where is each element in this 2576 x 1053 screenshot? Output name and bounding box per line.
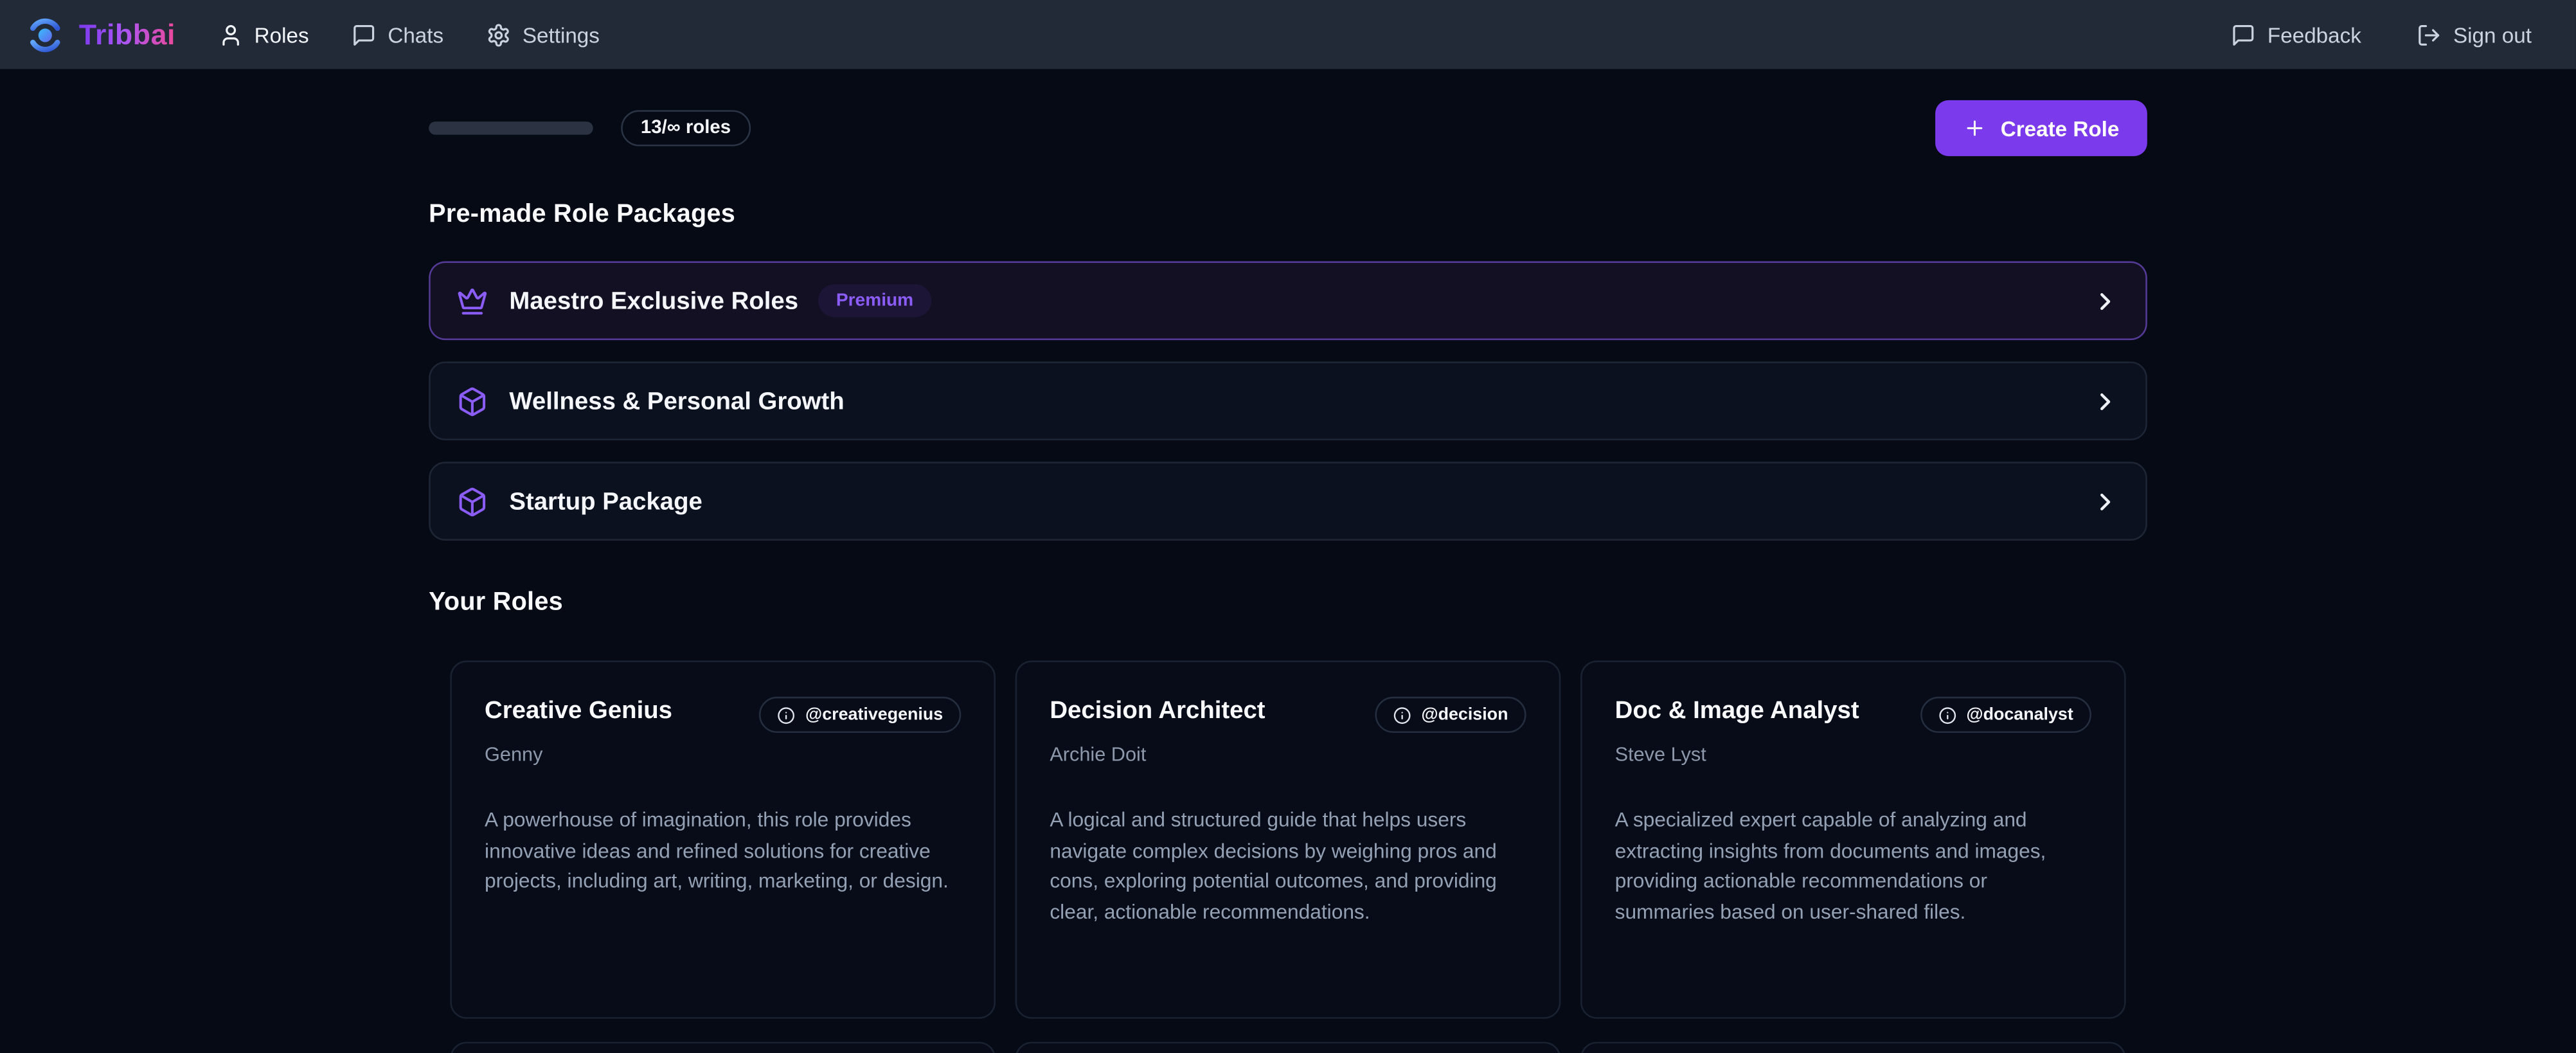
- role-card-subtitle: Steve Lyst: [1615, 742, 2091, 766]
- role-card-description: A specialized expert capable of analyzin…: [1615, 805, 2091, 927]
- feedback-label: Feedback: [2267, 22, 2361, 47]
- role-card-description: A powerhouse of imagination, this role p…: [485, 805, 961, 897]
- role-handle-badge[interactable]: @docanalyst: [1920, 697, 2091, 733]
- gear-icon: [487, 22, 511, 47]
- sign-out-label: Sign out: [2453, 22, 2532, 47]
- package-title: Maestro Exclusive Roles: [509, 287, 798, 314]
- chat-bubble-icon: [352, 22, 376, 47]
- create-role-button[interactable]: Create Role: [1935, 100, 2147, 156]
- primary-nav: Roles Chats Settings: [218, 22, 600, 47]
- nav-item-label: Settings: [523, 22, 600, 47]
- role-card-creative-genius[interactable]: Creative Genius @creativegenius Genny A …: [450, 661, 996, 1019]
- role-card-partial[interactable]: [1015, 1042, 1561, 1053]
- role-card-description: A logical and structured guide that help…: [1050, 805, 1526, 927]
- plus-icon: [1963, 116, 1986, 140]
- role-handle: @creativegenius: [805, 705, 943, 725]
- role-card-title: Creative Genius: [485, 697, 672, 726]
- nav-item-label: Roles: [255, 22, 309, 47]
- role-card-decision-architect[interactable]: Decision Architect @decision Archie Doit…: [1015, 661, 1561, 1019]
- brand-name: Tribbai: [79, 17, 175, 52]
- chevron-right-icon: [2091, 387, 2119, 415]
- package-row-startup[interactable]: Startup Package: [429, 462, 2147, 541]
- nav-item-label: Chats: [388, 22, 443, 47]
- brand-logo-home-link[interactable]: Tribbai: [26, 15, 175, 53]
- logout-icon: [2417, 22, 2442, 47]
- role-handle-badge[interactable]: @creativegenius: [759, 697, 961, 733]
- main-content: 13/∞ roles Create Role Pre-made Role Pac…: [0, 69, 2576, 1053]
- create-role-label: Create Role: [2001, 116, 2120, 140]
- package-icon: [457, 385, 488, 417]
- tribbai-logo-icon: [26, 15, 64, 53]
- package-title: Startup Package: [509, 487, 702, 515]
- role-card-subtitle: Archie Doit: [1050, 742, 1526, 766]
- chevron-right-icon: [2091, 287, 2119, 314]
- roles-toolbar: 13/∞ roles Create Role: [429, 100, 2147, 156]
- top-navbar: Tribbai Roles Chats Settings Feedback: [0, 0, 2576, 69]
- nav-item-chats[interactable]: Chats: [352, 22, 443, 47]
- package-icon: [457, 485, 488, 517]
- role-cards-grid: Creative Genius @creativegenius Genny A …: [429, 661, 2147, 1053]
- chevron-right-icon: [2091, 487, 2119, 515]
- nav-item-roles[interactable]: Roles: [218, 22, 309, 47]
- user-icon: [218, 22, 242, 47]
- packages-section-heading: Pre-made Role Packages: [429, 201, 2147, 230]
- package-row-maestro[interactable]: Maestro Exclusive Roles Premium: [429, 261, 2147, 340]
- app-root: Tribbai Roles Chats Settings Feedback: [0, 0, 2576, 1053]
- package-list: Maestro Exclusive Roles Premium Wellness…: [429, 261, 2147, 541]
- nav-item-settings[interactable]: Settings: [487, 22, 600, 47]
- role-handle-badge[interactable]: @decision: [1375, 697, 1526, 733]
- feedback-button[interactable]: Feedback: [2232, 22, 2361, 47]
- role-card-partial[interactable]: [1580, 1042, 2126, 1053]
- nav-right-group: Feedback Sign out: [2232, 22, 2532, 47]
- role-card-doc-image-analyst[interactable]: Doc & Image Analyst @docanalyst Steve Ly…: [1580, 661, 2126, 1019]
- role-card-subtitle: Genny: [485, 742, 961, 766]
- package-row-wellness[interactable]: Wellness & Personal Growth: [429, 361, 2147, 440]
- crown-icon: [457, 285, 488, 316]
- role-card-title: Decision Architect: [1050, 697, 1265, 726]
- sign-out-button[interactable]: Sign out: [2417, 22, 2532, 47]
- role-handle: @docanalyst: [1966, 705, 2073, 725]
- package-title: Wellness & Personal Growth: [509, 387, 844, 415]
- info-icon: [1938, 706, 1956, 724]
- role-card-title: Doc & Image Analyst: [1615, 697, 1859, 726]
- roles-quota-progress-bar: [429, 122, 593, 134]
- roles-count-badge: 13/∞ roles: [621, 110, 751, 146]
- role-card-partial[interactable]: [450, 1042, 996, 1053]
- premium-badge: Premium: [818, 284, 932, 317]
- your-roles-heading: Your Roles: [429, 588, 2147, 618]
- info-icon: [1393, 706, 1411, 724]
- role-handle: @decision: [1421, 705, 1508, 725]
- chat-bubble-icon: [2232, 22, 2256, 47]
- info-icon: [778, 706, 796, 724]
